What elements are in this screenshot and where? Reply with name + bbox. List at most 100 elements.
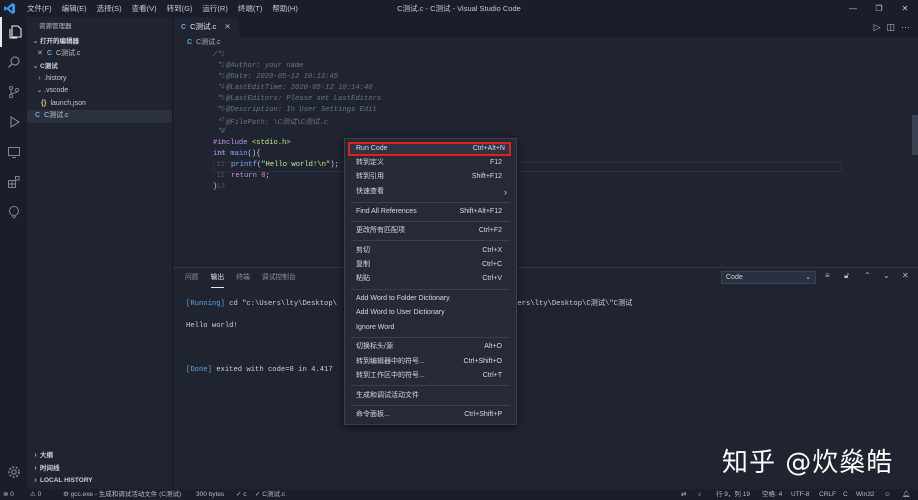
chevron-down-icon: ⌄ xyxy=(36,87,43,94)
breadcrumb[interactable]: C C测试.c xyxy=(173,37,918,48)
close-window-button[interactable]: ✕ xyxy=(892,0,918,17)
menu-item-command-palette[interactable]: 命令面板... Ctrl+Shift+P xyxy=(345,408,516,422)
status-encoding[interactable]: UTF-8 xyxy=(791,489,809,500)
split-editor-icon[interactable]: ◫ xyxy=(886,17,895,37)
menu-item-go-to-symbol-workspace[interactable]: 转到工作区中的符号... Ctrl+T xyxy=(345,369,516,383)
menu-item-build-debug[interactable]: 生成和调试活动文件 xyxy=(345,389,516,403)
run-debug-icon[interactable] xyxy=(0,107,27,137)
menu-item-shortcut: Ctrl+V xyxy=(482,275,502,282)
extensions-icon[interactable] xyxy=(0,167,27,197)
maximize-panel-icon[interactable]: ⌃ xyxy=(864,271,871,280)
minimize-button[interactable]: — xyxy=(840,0,866,17)
code-include-line: #include <stdio.h> xyxy=(213,139,291,147)
menu-item-add-word-folder[interactable]: Add Word to Folder Dictionary xyxy=(345,292,516,306)
code-main-line: int main(){ xyxy=(213,150,260,158)
menu-item-label: 粘贴 xyxy=(356,275,370,282)
int-keyword: int xyxy=(213,150,226,158)
status-language[interactable]: C xyxy=(843,489,848,500)
menu-selection[interactable]: 选择(S) xyxy=(92,0,127,17)
menu-item-change-all-occurrences[interactable]: 更改所有匹配项 Ctrl+F2 xyxy=(345,224,516,238)
status-check-file[interactable]: ✓ C测试.c xyxy=(255,489,285,500)
json-file-icon: {} xyxy=(41,99,47,107)
menu-item-peek[interactable]: 快速查看 › xyxy=(345,185,516,199)
outline-section[interactable]: › 大纲 xyxy=(27,450,173,463)
output-line: [Running] cd "c:\Users\lty\Desktop\ sers\… xyxy=(186,299,632,310)
run-icon[interactable]: ▷ xyxy=(874,17,881,37)
menu-view[interactable]: 查看(V) xyxy=(127,0,162,17)
menu-item-cut[interactable]: 剪切 Ctrl+X xyxy=(345,244,516,258)
code-close-brace: } xyxy=(213,183,218,191)
tree-item-c-file[interactable]: C C测试.c xyxy=(27,110,172,123)
lock-icon[interactable]: 🔓︎ xyxy=(844,271,849,281)
tab-debug-console[interactable]: 调试控制台 xyxy=(262,268,296,288)
code-comment-line: */ xyxy=(213,128,226,136)
status-warnings[interactable]: ⚠ 0 xyxy=(30,489,41,500)
explorer-icon[interactable] xyxy=(0,17,27,47)
feedback-icon[interactable]: ☺ xyxy=(884,489,891,500)
menu-item-paste[interactable]: 粘贴 Ctrl+V xyxy=(345,272,516,286)
return-semicolon: ; xyxy=(265,172,270,180)
watermark: 知乎 @炊燊皓 xyxy=(722,448,894,478)
folder-header[interactable]: ⌄ C测试 xyxy=(27,61,172,73)
editor-scrollbar[interactable] xyxy=(912,115,918,155)
status-indent[interactable]: 空格: 4 xyxy=(762,489,782,500)
search-icon[interactable] xyxy=(0,47,27,77)
tree-item-vscode[interactable]: ⌄ .vscode xyxy=(27,85,172,98)
open-editor-item[interactable]: ✕ C C测试.c xyxy=(27,48,172,61)
menu-item-find-all-references[interactable]: Find All References Shift+Alt+F12 xyxy=(345,205,516,219)
sync-icon[interactable]: ⇄ xyxy=(681,489,686,500)
menu-item-shortcut: Ctrl+X xyxy=(482,247,502,254)
output-channel-select[interactable]: Code ⌄ xyxy=(721,271,816,284)
timeline-icon[interactable] xyxy=(0,197,27,227)
menu-edit[interactable]: 编辑(E) xyxy=(57,0,92,17)
menu-file[interactable]: 文件(F) xyxy=(22,0,57,17)
status-errors[interactable]: ⊗ 0 xyxy=(3,489,14,500)
code-editor[interactable]: 1 2 3 4 5 6 7 8 9 10 11 12 13 /* * @Auth… xyxy=(173,48,918,191)
code-comment-line: /* xyxy=(213,51,222,59)
output-text[interactable]: [Running] cd "c:\Users\lty\Desktop\ sers\… xyxy=(186,288,632,398)
menu-item-go-to-symbol-editor[interactable]: 转到编辑器中的符号... Ctrl+Shift+O xyxy=(345,355,516,369)
status-debug-config[interactable]: ⚙ gcc.exe - 生成和调试活动文件 (C测试) xyxy=(63,489,181,500)
close-icon[interactable]: ✕ xyxy=(224,22,230,31)
menu-item-copy[interactable]: 复制 Ctrl+C xyxy=(345,258,516,272)
editor-area: C C测试.c ✕ ▷ ◫ ··· C C测试.c 1 2 3 4 5 6 7 8 9… xyxy=(173,17,918,267)
include-file: <stdio.h> xyxy=(247,139,291,147)
bell-icon[interactable]: ♪ xyxy=(698,489,701,500)
editor-tab[interactable]: C C测试.c ✕ xyxy=(173,17,239,37)
tab-terminal[interactable]: 终端 xyxy=(236,268,250,288)
tree-item-history[interactable]: › .history xyxy=(27,73,172,86)
clear-output-icon[interactable]: ≡ xyxy=(825,271,830,280)
timeline-section[interactable]: › 时间线 xyxy=(27,463,173,476)
menu-terminal[interactable]: 终端(T) xyxy=(233,0,268,17)
settings-gear-icon[interactable] xyxy=(0,457,27,487)
status-platform[interactable]: Win32 xyxy=(856,489,874,500)
status-eol[interactable]: CRLF xyxy=(819,489,836,500)
code-comment-line: * @Description: In User Settings Edit xyxy=(213,106,377,114)
source-control-icon[interactable] xyxy=(0,77,27,107)
status-check-c[interactable]: ✓ c xyxy=(236,489,247,500)
menu-item-go-to-references[interactable]: 转到引用 Shift+F12 xyxy=(345,170,516,184)
tree-item-launch-json[interactable]: {} launch.json xyxy=(27,98,172,111)
open-editors-header[interactable]: ⌄ 打开的编辑器 xyxy=(27,36,172,48)
menu-go[interactable]: 转到(G) xyxy=(162,0,198,17)
menu-help[interactable]: 帮助(H) xyxy=(267,0,302,17)
menu-item-ignore-word[interactable]: Ignore Word xyxy=(345,321,516,335)
tab-problems[interactable]: 问题 xyxy=(185,268,199,288)
menu-item-go-to-definition[interactable]: 转到定义 F12 xyxy=(345,156,516,170)
menu-item-run-code[interactable]: Run Code Ctrl+Alt+N xyxy=(348,142,511,156)
status-cursor-position[interactable]: 行 9，列 19 xyxy=(716,489,750,500)
editor-tabs: C C测试.c ✕ ▷ ◫ ··· xyxy=(173,17,918,37)
menu-item-switch-header-source[interactable]: 切换标头/源 Alt+O xyxy=(345,340,516,354)
menu-item-add-word-user[interactable]: Add Word to User Dictionary xyxy=(345,306,516,320)
remote-explorer-icon[interactable] xyxy=(0,137,27,167)
close-panel-icon[interactable]: ✕ xyxy=(902,271,909,280)
notifications-icon[interactable]: 🔔︎ xyxy=(902,489,910,500)
restore-button[interactable]: ❐ xyxy=(866,0,892,17)
close-icon[interactable]: ✕ xyxy=(37,50,43,57)
local-history-section[interactable]: › LOCAL HISTORY xyxy=(27,475,173,488)
tab-output[interactable]: 输出 xyxy=(210,269,225,288)
more-actions-icon[interactable]: ··· xyxy=(901,17,910,37)
menu-separator xyxy=(351,337,510,338)
collapse-panel-icon[interactable]: ⌄ xyxy=(883,271,890,280)
menu-run[interactable]: 运行(R) xyxy=(197,0,232,17)
